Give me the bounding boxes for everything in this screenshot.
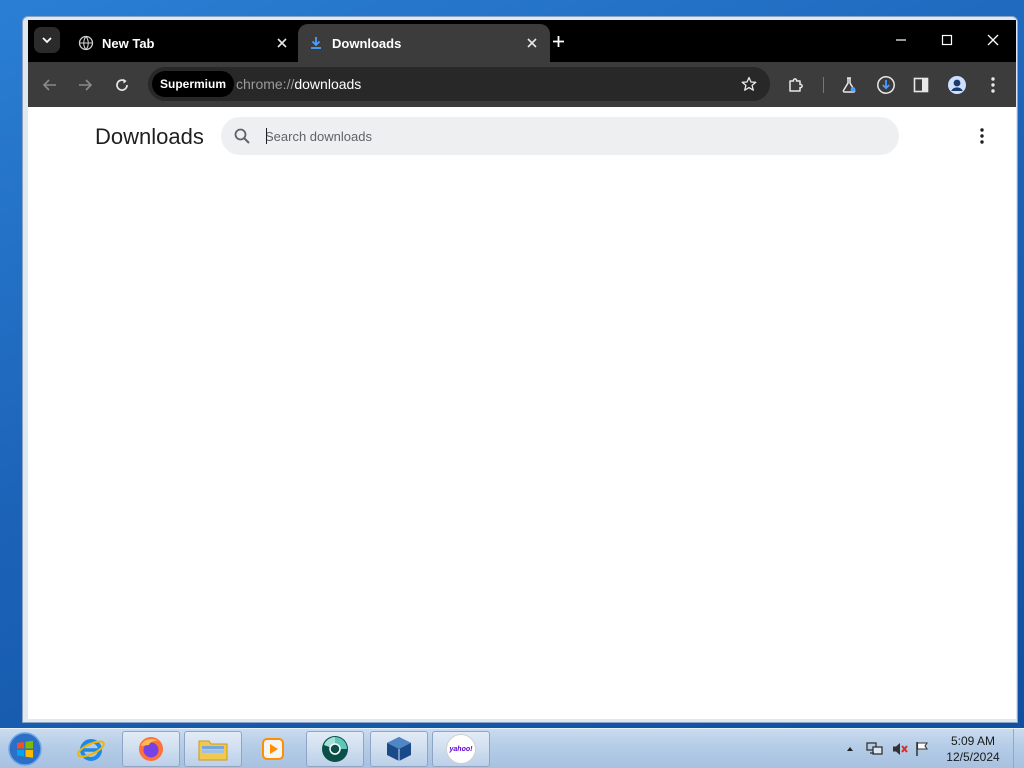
globe-icon: [78, 35, 94, 51]
chevron-up-icon: [847, 747, 853, 751]
taskbar-internet-explorer[interactable]: [62, 731, 120, 767]
downloads-page: Downloads: [28, 107, 1016, 719]
network-tray-icon[interactable]: [866, 729, 884, 768]
minimize-icon: [896, 39, 906, 41]
search-bar[interactable]: [221, 117, 899, 155]
arrow-right-icon: [79, 79, 93, 91]
taskbar-yahoo[interactable]: yahoo!: [432, 731, 490, 767]
profile-button[interactable]: [944, 72, 970, 98]
text-cursor: [266, 128, 267, 144]
supermium-icon: [322, 736, 348, 762]
search-icon: [233, 127, 251, 145]
back-button[interactable]: [37, 72, 63, 98]
tab-new-tab[interactable]: New Tab: [68, 24, 300, 62]
url-scheme: chrome://: [236, 76, 295, 92]
internet-explorer-icon: [77, 739, 105, 761]
action-center-tray-icon[interactable]: [914, 729, 930, 768]
maximize-icon: [941, 34, 953, 46]
taskbar-file-explorer[interactable]: [184, 731, 242, 767]
site-chip[interactable]: Supermium: [152, 71, 235, 97]
url-text[interactable]: chrome://downloads: [236, 76, 361, 92]
tab-search-button[interactable]: [34, 27, 60, 53]
download-icon: [308, 35, 324, 51]
tab-downloads[interactable]: Downloads: [298, 24, 550, 62]
side-panel-icon: [913, 77, 929, 93]
start-button[interactable]: [6, 731, 44, 767]
taskbar: yahoo! 5:09 AM 12/5/2024: [0, 728, 1024, 768]
reload-button[interactable]: [109, 72, 135, 98]
network-icon: [866, 742, 883, 755]
extensions-button[interactable]: [783, 72, 809, 98]
volume-muted-icon: [893, 743, 908, 755]
taskbar-media-player[interactable]: [244, 731, 302, 767]
show-desktop-button[interactable]: [1013, 729, 1024, 768]
tab-title: New Tab: [102, 35, 155, 51]
tab-title: Downloads: [332, 35, 402, 51]
flask-icon: [842, 77, 856, 93]
tray-expand-button[interactable]: [845, 729, 855, 768]
puzzle-icon: [789, 78, 803, 92]
browser-window: New Tab Downloads Supermium chrome://dow…: [28, 20, 1016, 719]
taskbar-firefox[interactable]: [122, 731, 180, 767]
system-clock[interactable]: 5:09 AM 12/5/2024: [940, 733, 1006, 765]
side-panel-button[interactable]: [908, 72, 934, 98]
address-bar[interactable]: Supermium chrome://downloads: [148, 67, 770, 101]
browser-toolbar: Supermium chrome://downloads: [28, 62, 1016, 107]
windows-start-icon: [8, 732, 42, 766]
chevron-down-icon: [42, 37, 52, 44]
taskbar-supermium[interactable]: [306, 731, 364, 767]
page-menu-button[interactable]: [972, 125, 992, 147]
download-circle-icon: [877, 76, 895, 94]
reload-icon: [116, 78, 128, 91]
firefox-icon: [139, 737, 163, 761]
close-icon[interactable]: [522, 33, 542, 53]
more-vertical-icon: [991, 77, 995, 93]
maximize-button[interactable]: [932, 28, 962, 52]
avatar-icon: [948, 76, 966, 94]
more-vertical-icon: [980, 128, 984, 144]
tab-strip: New Tab Downloads: [28, 20, 1016, 62]
close-icon: [987, 34, 999, 46]
close-window-button[interactable]: [978, 28, 1008, 52]
volume-tray-icon[interactable]: [891, 729, 909, 768]
plus-icon: [552, 35, 564, 47]
taskbar-virtualbox[interactable]: [370, 731, 428, 767]
file-explorer-icon: [198, 740, 228, 761]
forward-button[interactable]: [72, 72, 98, 98]
bookmark-button[interactable]: [738, 73, 760, 95]
new-tab-button[interactable]: [546, 29, 570, 53]
yahoo-icon: yahoo!: [446, 734, 476, 764]
flag-icon: [916, 742, 929, 756]
browser-menu-button[interactable]: [980, 72, 1006, 98]
virtualbox-icon: [387, 737, 411, 761]
toolbar-divider: [823, 77, 824, 93]
minimize-button[interactable]: [886, 28, 916, 52]
downloads-button[interactable]: [873, 72, 899, 98]
close-icon[interactable]: [272, 33, 292, 53]
search-input[interactable]: [265, 125, 885, 147]
clock-time: 5:09 AM: [950, 734, 996, 748]
labs-button[interactable]: [836, 72, 862, 98]
url-host: downloads: [294, 76, 362, 92]
star-icon: [741, 76, 757, 91]
clock-date: 12/5/2024: [946, 750, 1000, 764]
page-title: Downloads: [95, 124, 204, 149]
media-player-icon: [262, 738, 284, 760]
arrow-left-icon: [42, 79, 56, 91]
yahoo-logo-text: yahoo!: [449, 745, 473, 753]
